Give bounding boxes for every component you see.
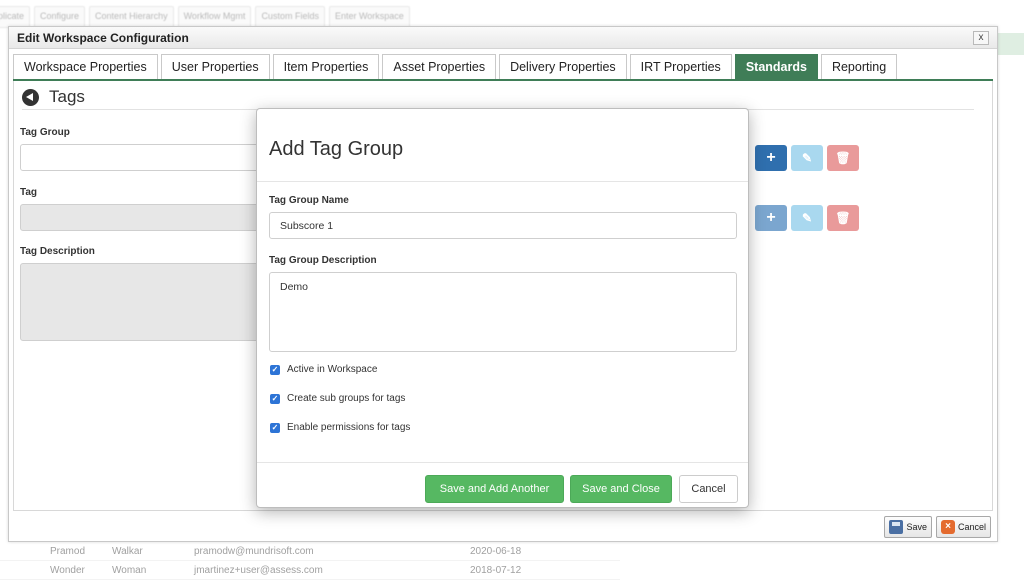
- tab-reporting[interactable]: Reporting: [820, 54, 898, 80]
- table-cell: Pramod: [50, 545, 86, 557]
- back-arrow-icon[interactable]: [22, 88, 39, 106]
- tag-group-name-label: Tag Group Name: [269, 195, 349, 206]
- bg-toolbar-item: Configure: [34, 6, 86, 28]
- table-cell: Woman: [112, 564, 147, 576]
- divider: [257, 181, 748, 182]
- cancel-button[interactable]: Cancel: [679, 475, 738, 503]
- table-row: Pramod Walkar pramodw@mundrisoft.com 202…: [0, 542, 620, 561]
- modal-title: Add Tag Group: [269, 138, 404, 160]
- background-table: Pramod Walkar pramodw@mundrisoft.com 202…: [0, 542, 620, 580]
- checkbox-label: Create sub groups for tags: [287, 393, 406, 404]
- dialog-titlebar: Edit Workspace Configuration: [9, 27, 997, 49]
- add-tag-group-modal: Add Tag Group Tag Group Name Tag Group D…: [256, 108, 749, 508]
- save-label: Save: [906, 522, 927, 532]
- tag-group-description-label: Tag Group Description: [269, 255, 377, 266]
- tab-irt-properties[interactable]: IRT Properties: [629, 54, 732, 80]
- section-title: Tags: [49, 87, 85, 106]
- table-cell: jmartinez+user@assess.com: [194, 564, 323, 576]
- tag-group-description-textarea[interactable]: Demo: [269, 272, 737, 352]
- checkbox-label: Active in Workspace: [287, 364, 378, 375]
- cancel-label: Cancel: [957, 522, 986, 532]
- bg-toolbar-item: Workflow Mgmt: [177, 6, 252, 28]
- tag-group-label: Tag Group: [20, 127, 70, 138]
- dialog-title: Edit Workspace Configuration: [17, 30, 189, 45]
- tag-group-name-input[interactable]: [269, 212, 737, 239]
- enable-permissions-checkbox[interactable]: ✓ Enable permissions for tags: [270, 422, 410, 433]
- background-toolbar: plicate Configure Content Hierarchy Work…: [0, 6, 410, 28]
- bg-toolbar-item: Content Hierarchy: [89, 6, 174, 28]
- divider: [257, 462, 748, 463]
- tag-description-label: Tag Description: [20, 246, 95, 257]
- table-cell: Wonder: [50, 564, 85, 576]
- tab-delivery-properties[interactable]: Delivery Properties: [499, 54, 627, 80]
- create-sub-groups-checkbox[interactable]: ✓ Create sub groups for tags: [270, 393, 405, 404]
- save-button[interactable]: Save: [884, 516, 932, 538]
- delete-tag-button[interactable]: 🗑: [827, 205, 859, 231]
- save-and-close-button[interactable]: Save and Close: [570, 475, 672, 503]
- tag-label: Tag: [20, 187, 38, 198]
- checkbox-checked-icon[interactable]: ✓: [270, 422, 280, 433]
- tab-item-properties[interactable]: Item Properties: [272, 54, 380, 80]
- table-cell: Walkar: [112, 545, 143, 557]
- tab-workspace-properties[interactable]: Workspace Properties: [13, 54, 158, 80]
- pencil-icon: ✎: [801, 211, 813, 225]
- tags-section-header: Tags: [22, 87, 85, 107]
- bg-toolbar-item: Enter Workspace: [328, 6, 410, 28]
- table-cell: 2018-07-12: [470, 564, 522, 576]
- table-cell: pramodw@mundrisoft.com: [194, 545, 314, 557]
- close-icon[interactable]: x: [973, 31, 989, 45]
- checkbox-checked-icon[interactable]: ✓: [270, 364, 280, 375]
- close-icon: ×: [940, 520, 955, 534]
- pencil-icon: ✎: [801, 151, 813, 165]
- table-cell: 2020-06-18: [470, 545, 522, 557]
- bg-toolbar-item: Custom Fields: [255, 6, 325, 28]
- bg-toolbar-item: plicate: [0, 6, 31, 28]
- tag-select[interactable]: [20, 204, 260, 231]
- edit-tag-button[interactable]: ✎: [791, 205, 823, 231]
- tab-standards[interactable]: Standards: [734, 54, 818, 80]
- tab-bar: Workspace Properties User Properties Ite…: [13, 54, 898, 80]
- delete-tag-group-button[interactable]: 🗑: [827, 145, 859, 171]
- save-and-add-another-button[interactable]: Save and Add Another: [425, 475, 564, 503]
- dialog-footer: Save × Cancel: [884, 516, 991, 538]
- cancel-button[interactable]: × Cancel: [935, 516, 991, 538]
- checkbox-checked-icon[interactable]: ✓: [270, 393, 280, 404]
- background-green-bar: [994, 33, 1024, 55]
- trash-icon: 🗑: [835, 211, 851, 225]
- active-in-workspace-checkbox[interactable]: ✓ Active in Workspace: [270, 364, 377, 375]
- table-row: Wonder Woman jmartinez+user@assess.com 2…: [0, 561, 620, 580]
- checkbox-label: Enable permissions for tags: [287, 422, 411, 433]
- edit-tag-group-button[interactable]: ✎: [791, 145, 823, 171]
- add-tag-button[interactable]: +: [755, 205, 787, 231]
- floppy-disk-icon: [889, 520, 904, 534]
- tab-user-properties[interactable]: User Properties: [160, 54, 270, 80]
- trash-icon: 🗑: [835, 151, 851, 165]
- tag-description-field[interactable]: [20, 263, 260, 341]
- add-tag-group-button[interactable]: +: [755, 145, 787, 171]
- tab-asset-properties[interactable]: Asset Properties: [382, 54, 497, 80]
- tag-group-select[interactable]: [20, 144, 260, 171]
